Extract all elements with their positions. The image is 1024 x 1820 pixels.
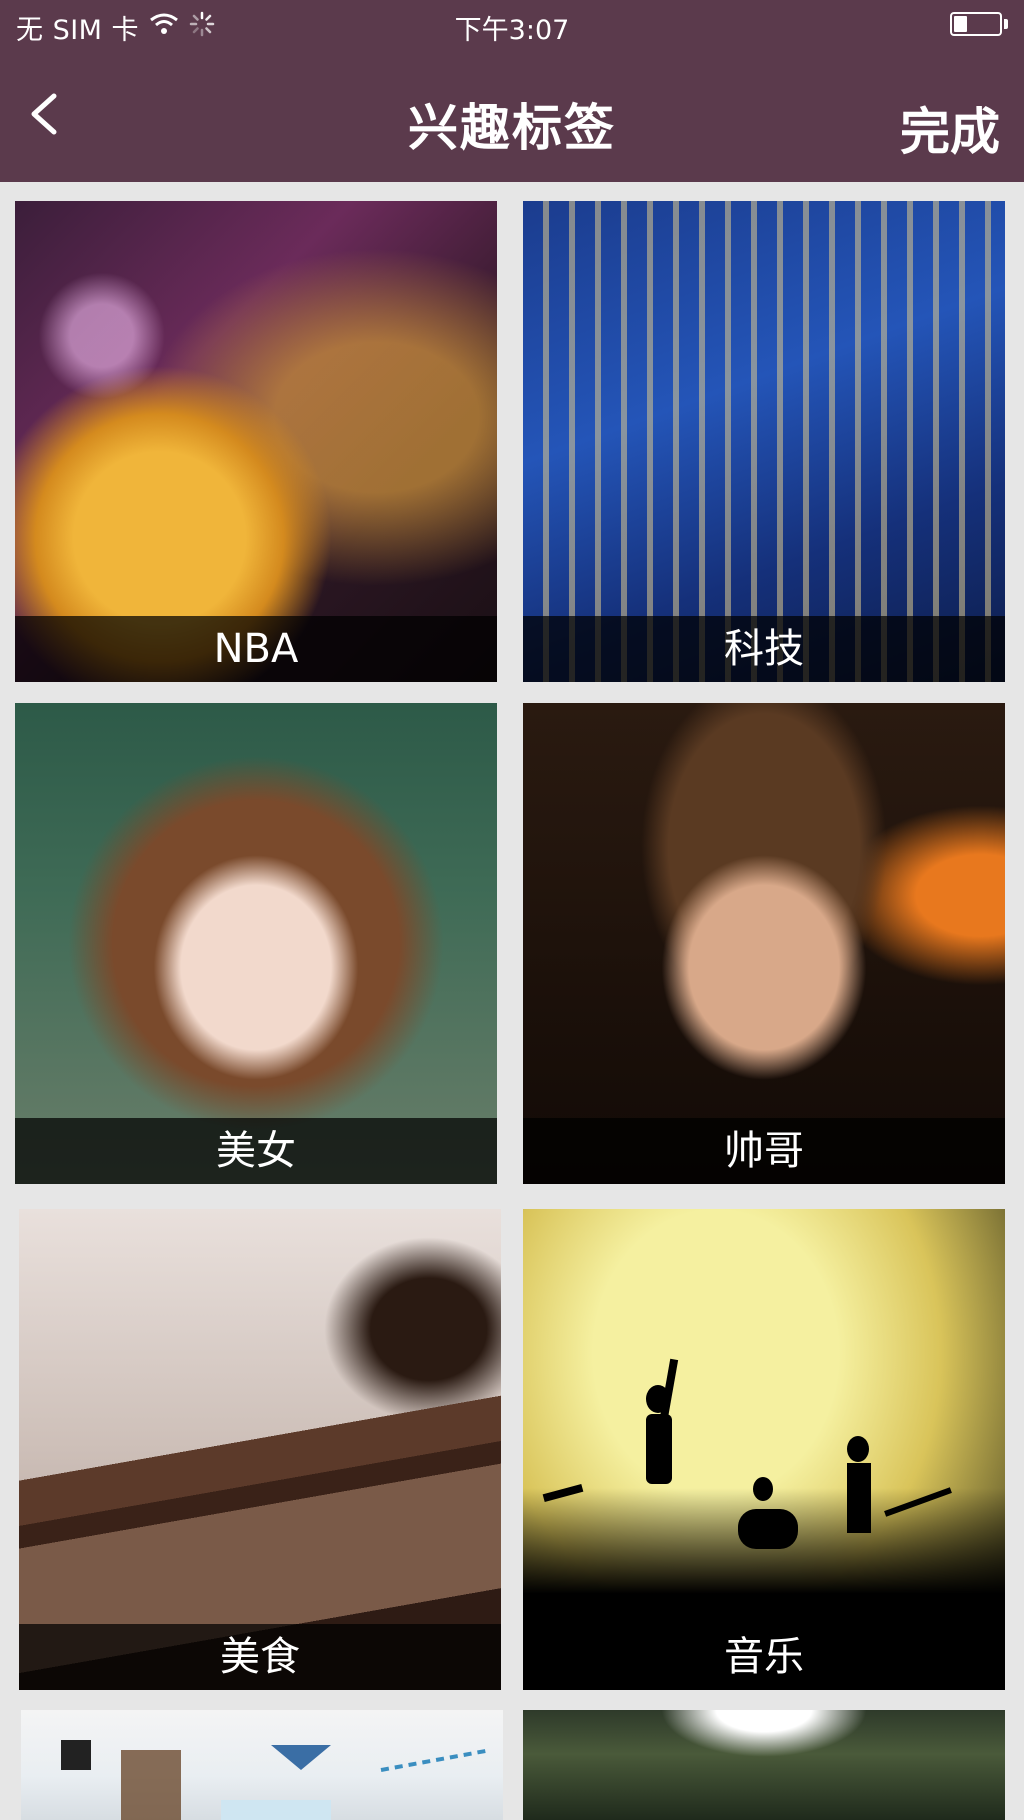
page-title: 兴趣标签 [408, 99, 616, 157]
tag-image [523, 703, 1005, 1184]
tag-label: 美食 [19, 1624, 501, 1690]
tag-image [21, 1710, 503, 1820]
battery-level [954, 16, 967, 32]
top-header: 无 SIM 卡 下午3:07 兴趣标签 完成 [0, 0, 1024, 182]
tag-tile-handsome[interactable]: 帅哥 [523, 703, 1005, 1184]
status-bar: 无 SIM 卡 下午3:07 [0, 0, 1024, 50]
tag-image [15, 703, 497, 1184]
tag-label: 帅哥 [523, 1118, 1005, 1184]
tag-tile-nba[interactable]: NBA [15, 201, 497, 682]
battery-icon [950, 12, 1002, 36]
tag-label: 美女 [15, 1118, 497, 1184]
tag-image [523, 1209, 1005, 1690]
tag-image [19, 1209, 501, 1690]
status-time: 下午3:07 [454, 15, 570, 46]
tag-image [15, 201, 497, 682]
tag-tile-music[interactable]: 音乐 [523, 1209, 1005, 1690]
tag-label: 音乐 [523, 1624, 1005, 1690]
tag-grid: NBA 科技 美女 帅哥 美食 音乐 [0, 182, 1024, 1820]
tag-tile-tech[interactable]: 科技 [523, 201, 1005, 682]
tag-label: NBA [15, 616, 497, 682]
tag-tile-food[interactable]: 美食 [19, 1209, 501, 1690]
battery-tip [1004, 19, 1008, 29]
tag-label: 科技 [523, 616, 1005, 682]
tag-tile-partial-right[interactable] [523, 1710, 1005, 1820]
nav-bar: 兴趣标签 完成 [0, 70, 1024, 175]
done-button[interactable]: 完成 [900, 92, 1000, 164]
tag-tile-beauty[interactable]: 美女 [15, 703, 497, 1184]
tag-tile-partial-left[interactable] [21, 1710, 503, 1820]
tag-image [523, 201, 1005, 682]
tag-image [523, 1710, 1005, 1820]
status-right [950, 12, 1008, 36]
